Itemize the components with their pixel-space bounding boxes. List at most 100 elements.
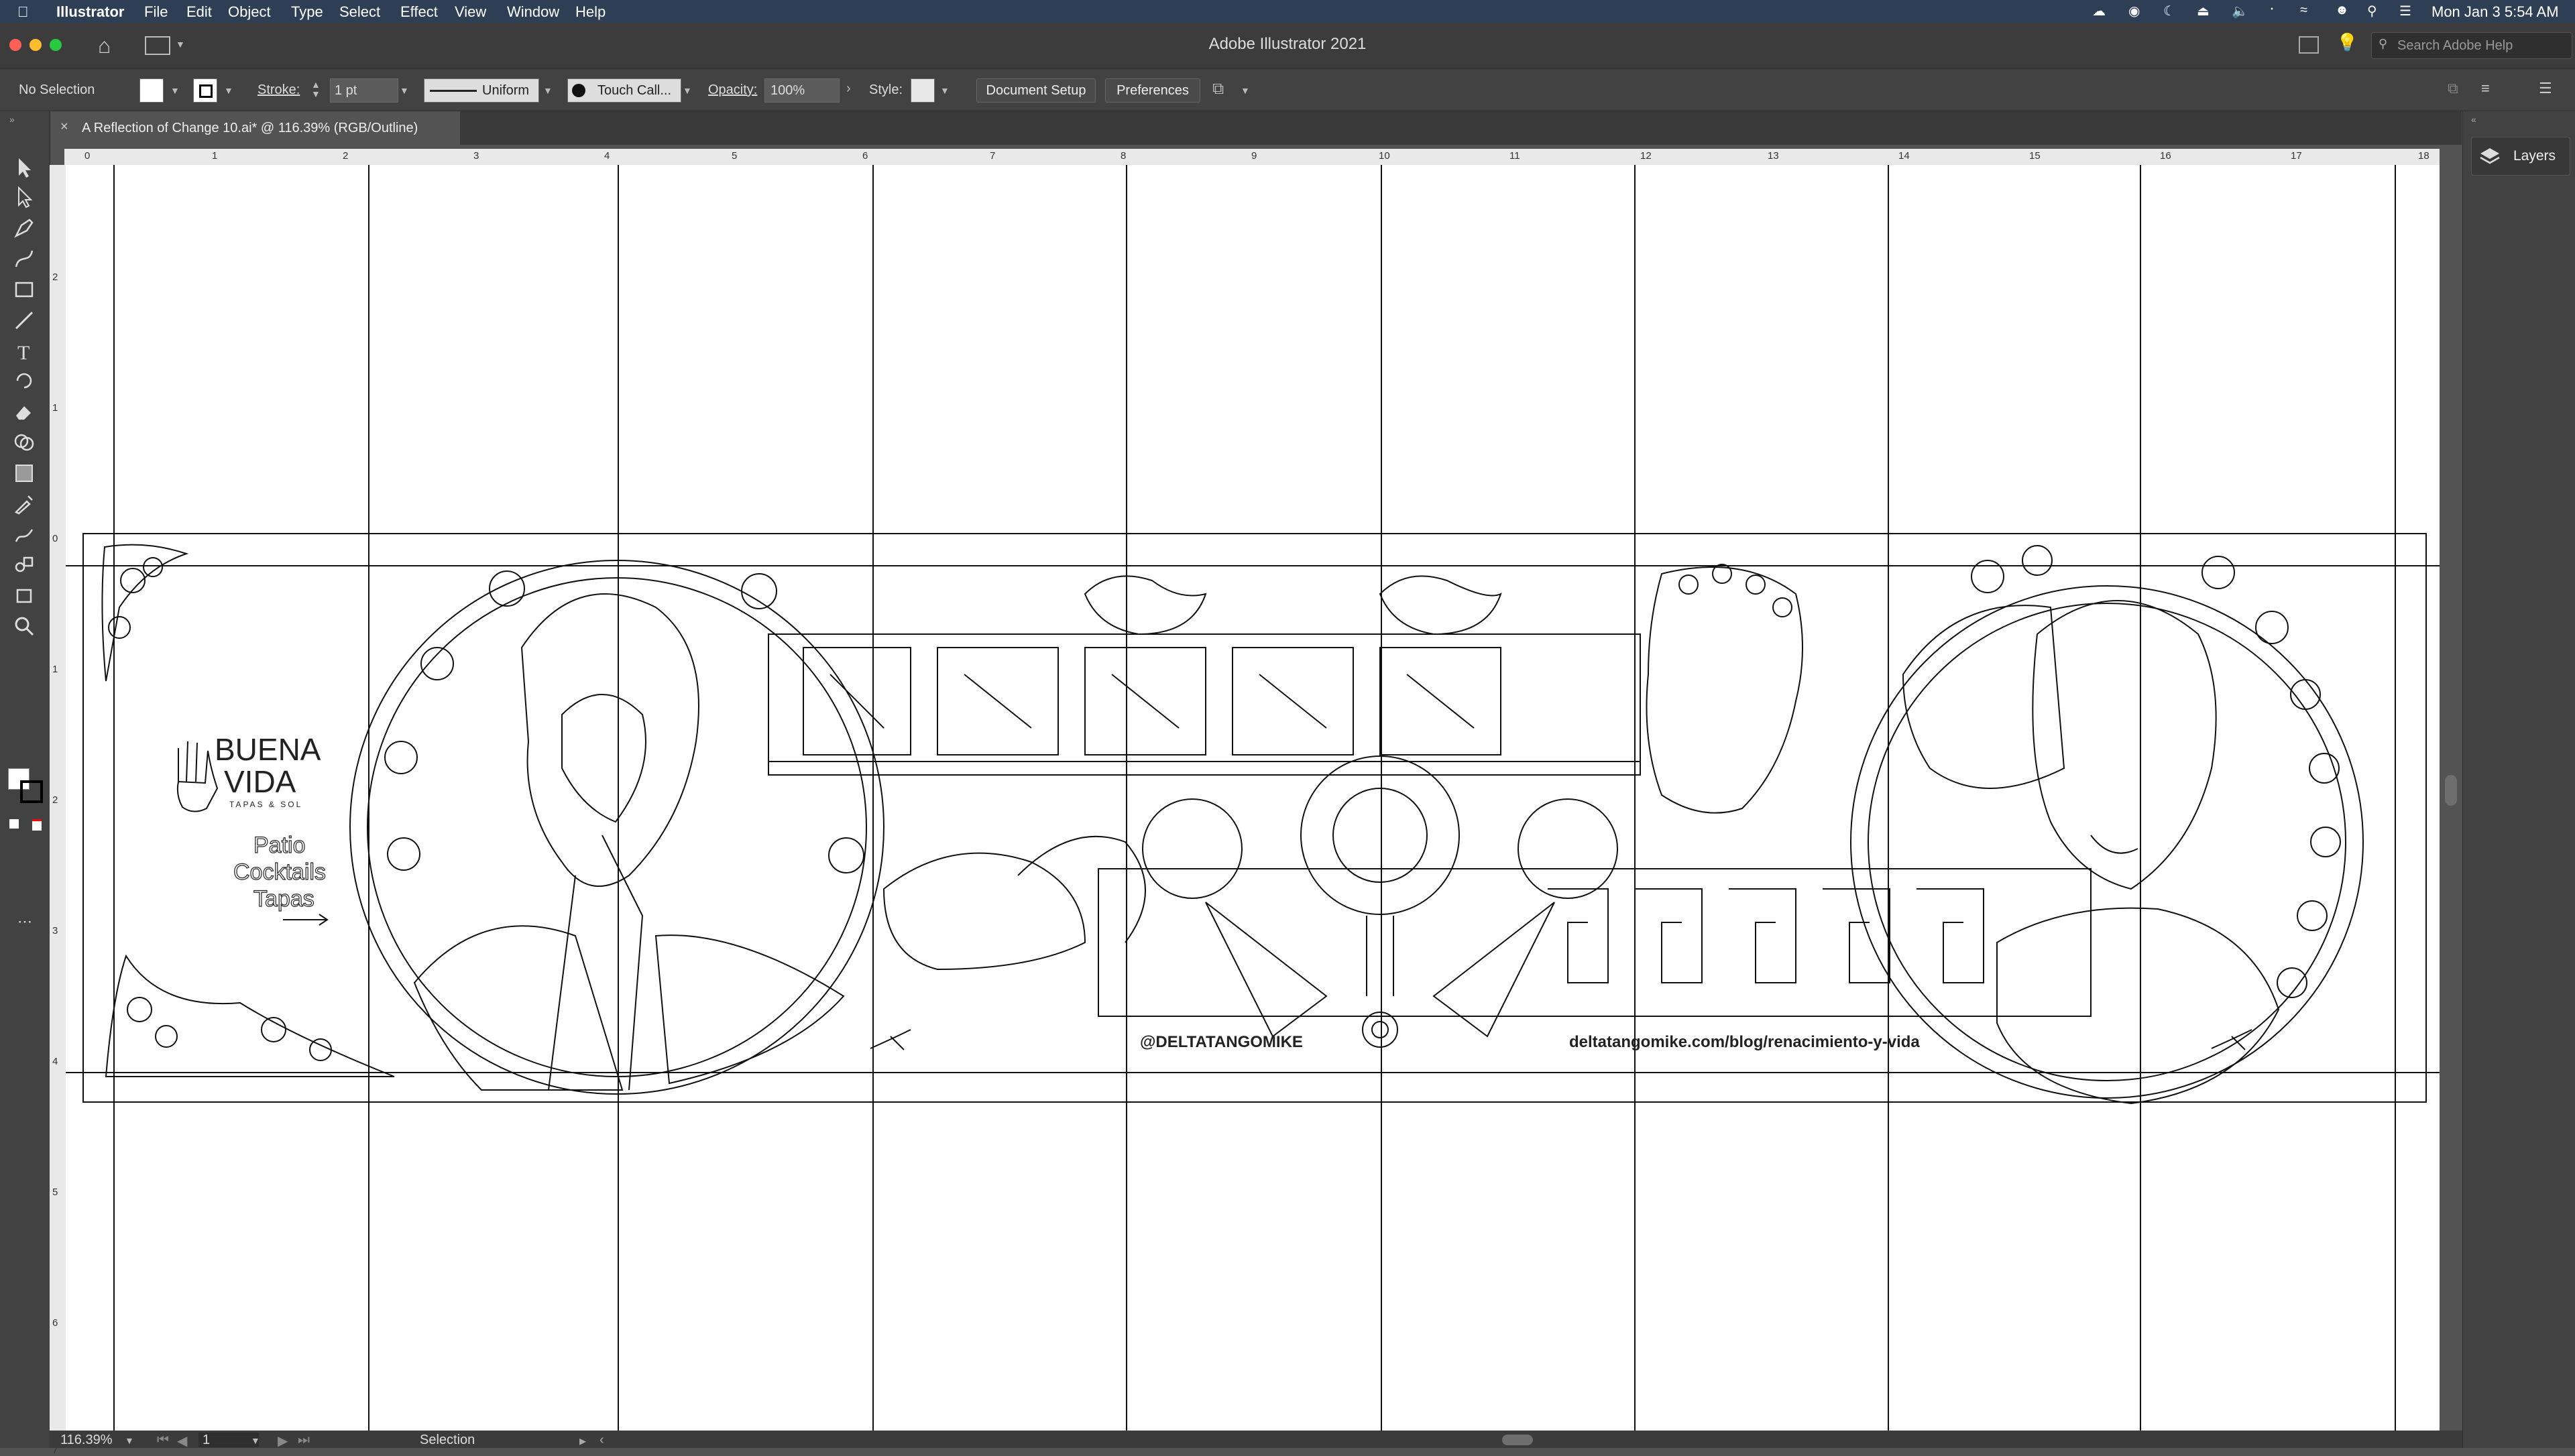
search-icon[interactable]: ⚲ bbox=[2367, 3, 2377, 19]
chevron-down-icon[interactable]: ▼ bbox=[940, 85, 950, 96]
eyedropper-icon[interactable] bbox=[12, 492, 36, 516]
pen-icon[interactable] bbox=[12, 216, 36, 240]
menu-effect[interactable]: Effect bbox=[400, 3, 438, 21]
panel-menu-icon[interactable]: ☰ bbox=[2539, 80, 2552, 97]
chevron-down-icon[interactable]: ▼ bbox=[125, 1435, 134, 1446]
artboard-canvas[interactable]: BUENA VIDA TAPAS & SOL Patio Cocktails T… bbox=[66, 165, 2440, 1431]
zoom-icon[interactable] bbox=[12, 614, 36, 638]
ruler-v-label: 6 bbox=[52, 1317, 58, 1329]
variable-width-profile[interactable]: Uniform bbox=[424, 78, 539, 103]
transform-icon[interactable]: ⧉ bbox=[2448, 80, 2458, 97]
current-tool-status[interactable]: Selection bbox=[420, 1433, 475, 1448]
opacity-field[interactable]: 100% bbox=[764, 78, 840, 103]
scroll-left-icon[interactable]: ‹ bbox=[599, 1433, 604, 1448]
stroke-stepper[interactable]: ▲ ▼ bbox=[311, 80, 321, 99]
menu-type[interactable]: Type bbox=[291, 3, 323, 21]
next-artboard-icon[interactable]: ▶ bbox=[278, 1433, 288, 1449]
stroke-color-swatch[interactable] bbox=[20, 780, 43, 803]
more-tools-icon[interactable]: ⋯ bbox=[17, 913, 32, 930]
symbol-sprayer-icon[interactable] bbox=[12, 552, 36, 577]
artboard-field[interactable]: 1 bbox=[198, 1433, 259, 1447]
scroll-thumb[interactable] bbox=[2445, 775, 2457, 806]
arrange-icon[interactable]: ⧉ bbox=[1212, 80, 1224, 99]
bluetooth-icon[interactable]: ᛫ bbox=[2268, 3, 2276, 18]
ruler-h-label: 13 bbox=[1768, 150, 1779, 162]
direct-selection-icon[interactable] bbox=[12, 185, 36, 209]
ruler-v-label: 1 bbox=[52, 402, 58, 414]
chevron-down-icon[interactable]: ▼ bbox=[251, 1435, 260, 1446]
eject-icon[interactable]: ⏏ bbox=[2197, 3, 2210, 19]
rectangle-icon[interactable] bbox=[12, 278, 36, 302]
chevron-down-icon[interactable]: ▼ bbox=[224, 85, 233, 96]
brush-definition[interactable]: Touch Call... bbox=[567, 78, 681, 103]
opacity-label[interactable]: Opacity: bbox=[708, 82, 757, 98]
none-color-icon[interactable] bbox=[32, 819, 42, 831]
menu-select[interactable]: Select bbox=[339, 3, 380, 21]
document-setup-button[interactable]: Document Setup bbox=[976, 78, 1096, 103]
stroke-weight-field[interactable]: 1 pt bbox=[330, 78, 398, 103]
close-icon[interactable]: × bbox=[60, 119, 68, 135]
layers-panel-button[interactable]: Layers bbox=[2471, 137, 2570, 176]
gradient-icon[interactable] bbox=[12, 461, 36, 485]
shape-builder-icon[interactable] bbox=[12, 430, 36, 454]
last-artboard-icon[interactable]: ⏭ bbox=[298, 1433, 310, 1448]
horizontal-ruler[interactable]: 0 1 2 3 4 5 6 7 8 9 10 11 12 13 14 15 16 17 18 bbox=[64, 149, 2440, 166]
blend-icon[interactable] bbox=[12, 523, 36, 547]
curvature-icon[interactable] bbox=[12, 247, 36, 271]
stroke-swatch[interactable] bbox=[193, 78, 217, 103]
menu-object[interactable]: Object bbox=[228, 3, 271, 21]
chevron-down-icon[interactable]: ▼ bbox=[1241, 85, 1250, 96]
user-icon[interactable]: ☻ bbox=[2335, 3, 2349, 18]
menu-app-name[interactable]: Illustrator bbox=[56, 3, 124, 21]
chevron-down-icon[interactable]: ▼ bbox=[543, 85, 553, 96]
chevron-down-icon[interactable]: ▼ bbox=[400, 85, 409, 96]
menu-edit[interactable]: Edit bbox=[186, 3, 212, 21]
app-titlebar: ⌂ ▼ Adobe Illustrator 2021 💡 ⚲ Search Ad… bbox=[0, 23, 2575, 69]
chevron-down-icon[interactable]: ▼ bbox=[683, 85, 692, 96]
ruler-h-label: 3 bbox=[473, 150, 479, 162]
search-field[interactable]: ⚲ Search Adobe Help bbox=[2371, 32, 2572, 59]
document-tab[interactable]: × A Reflection of Change 10.ai* @ 116.39… bbox=[58, 111, 460, 145]
arrange-documents-icon[interactable] bbox=[2299, 36, 2319, 54]
moon-icon[interactable]: ☾ bbox=[2163, 3, 2175, 19]
chevron-right-icon[interactable]: › bbox=[846, 81, 851, 97]
ruler-v-label: 4 bbox=[52, 1056, 58, 1067]
align-icon[interactable]: ≡ bbox=[2481, 80, 2490, 97]
lightbulb-icon[interactable]: 💡 bbox=[2336, 32, 2358, 53]
clock[interactable]: Mon Jan 3 5:54 AM bbox=[2431, 3, 2559, 21]
record-icon[interactable]: ◉ bbox=[2128, 3, 2140, 19]
status-bar: 116.39% ▼ ⏮ ◀ 1 ▼ ▶ ⏭ Selection ▸ ‹ bbox=[50, 1431, 2464, 1449]
volume-icon[interactable]: 🔈 bbox=[2232, 3, 2248, 19]
preferences-button[interactable]: Preferences bbox=[1105, 78, 1200, 103]
macos-menubar:  Illustrator File Edit Object Type Sele… bbox=[0, 0, 2575, 23]
collapse-icon[interactable]: « bbox=[2471, 114, 2476, 125]
opacity-value: 100% bbox=[770, 83, 805, 98]
stroke-label[interactable]: Stroke: bbox=[258, 82, 300, 98]
vertical-scrollbar[interactable] bbox=[2440, 149, 2462, 1431]
apple-icon[interactable]:  bbox=[17, 3, 29, 21]
eraser-icon[interactable] bbox=[12, 400, 36, 424]
zoom-level[interactable]: 116.39% bbox=[60, 1433, 112, 1448]
first-artboard-icon[interactable]: ⏮ bbox=[157, 1433, 169, 1448]
menu-view[interactable]: View bbox=[455, 3, 486, 21]
previous-artboard-icon[interactable]: ◀ bbox=[177, 1433, 187, 1449]
fill-swatch[interactable] bbox=[139, 78, 164, 103]
chevron-down-icon[interactable]: ▼ bbox=[170, 85, 180, 96]
status-chevron-right-icon[interactable]: ▸ bbox=[579, 1433, 586, 1449]
artboard-icon[interactable] bbox=[12, 583, 36, 607]
type-icon[interactable]: T bbox=[12, 339, 36, 363]
horizontal-scroll-thumb[interactable] bbox=[1502, 1435, 1533, 1445]
menu-file[interactable]: File bbox=[144, 3, 168, 21]
menu-help[interactable]: Help bbox=[575, 3, 606, 21]
creative-cloud-icon[interactable]: ☁ bbox=[2092, 3, 2106, 19]
color-mode-icon[interactable] bbox=[9, 819, 19, 829]
style-swatch[interactable] bbox=[911, 78, 935, 103]
rotate-icon[interactable] bbox=[12, 369, 36, 393]
selection-tool-icon[interactable] bbox=[12, 156, 36, 180]
menu-window[interactable]: Window bbox=[507, 3, 559, 21]
wifi-icon[interactable]: ≈ bbox=[2300, 3, 2307, 18]
paintbrush-icon[interactable] bbox=[12, 308, 36, 332]
vertical-ruler[interactable]: 2101234567 bbox=[50, 165, 66, 1456]
control-center-icon[interactable]: ☰ bbox=[2399, 3, 2411, 19]
collapse-icon[interactable]: » bbox=[9, 114, 15, 125]
